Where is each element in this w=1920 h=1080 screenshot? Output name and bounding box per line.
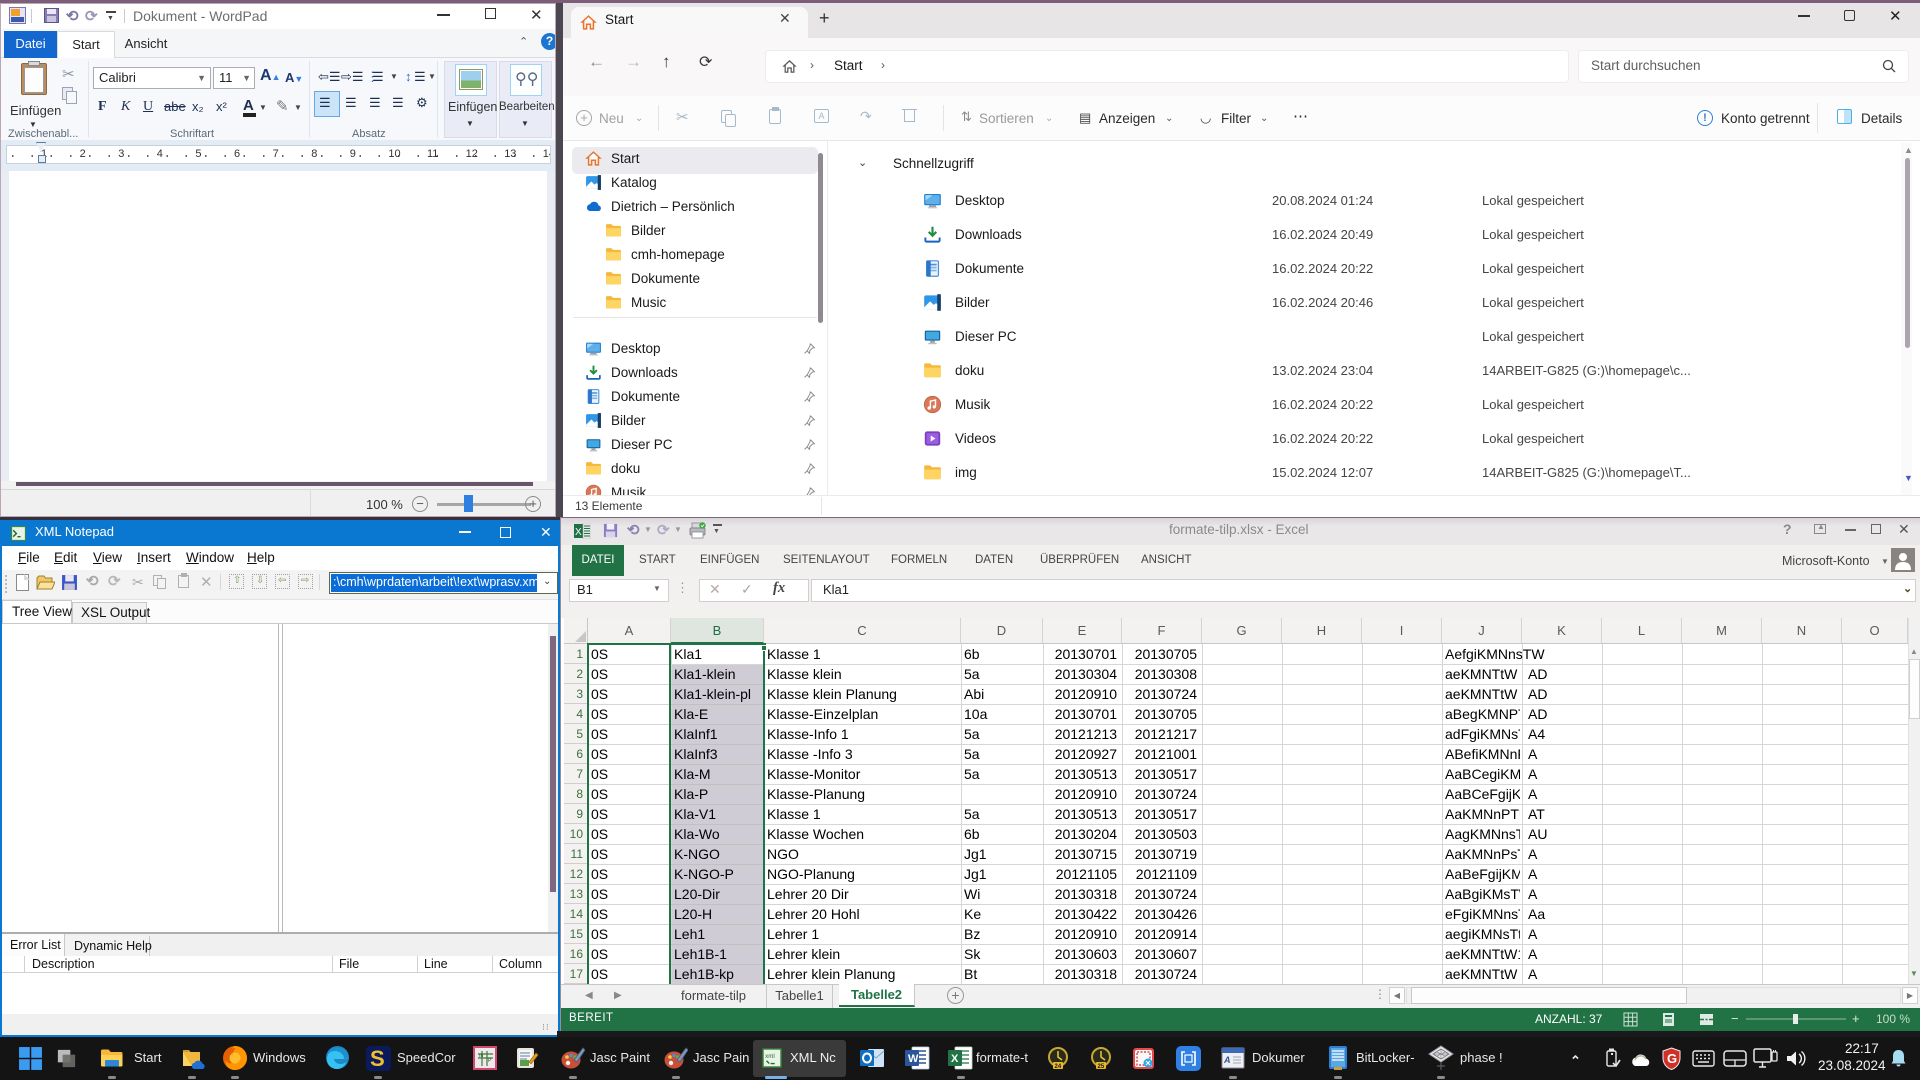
svg-text:X: X — [575, 527, 582, 538]
svg-text:X: X — [951, 1053, 959, 1065]
svg-text:A: A — [1223, 1055, 1231, 1065]
svg-text:xml: xml — [765, 1053, 775, 1060]
svg-text:24: 24 — [1055, 1064, 1062, 1070]
svg-text:25: 25 — [1098, 1064, 1105, 1070]
svg-text:W: W — [908, 1053, 919, 1065]
svg-text:P: P — [488, 1058, 492, 1064]
svg-text:m: m — [479, 1053, 483, 1059]
svg-text:G: G — [1667, 1051, 1677, 1066]
